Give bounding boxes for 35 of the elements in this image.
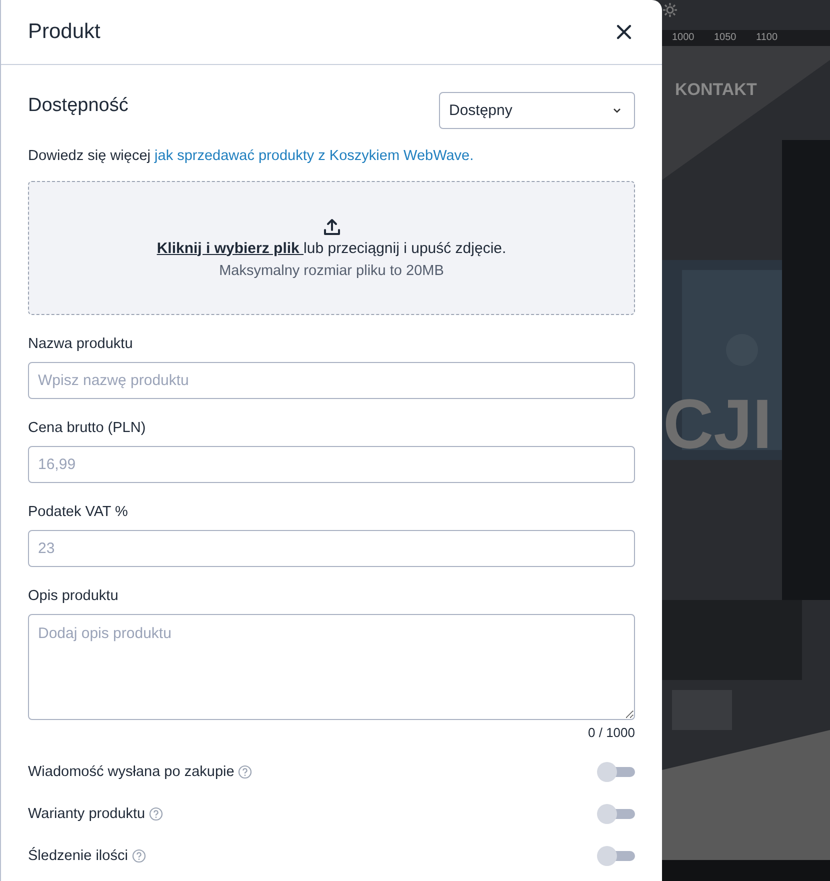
upload-instructions: Kliknij i wybierz plik lub przeciągnij i upuść zdjęcie. [156, 240, 506, 256]
field-label: Cena brutto (PLN) [28, 420, 147, 436]
toggle-switch[interactable] [597, 846, 635, 866]
field-label: Opis produktu [28, 588, 120, 604]
dialog-title: Produkt [28, 20, 100, 44]
toggle-label: Śledzenie ilości [28, 848, 128, 864]
ruler-label: 1000 [672, 31, 696, 45]
help-icon [132, 849, 146, 863]
field-label: Podatek VAT % [28, 504, 129, 520]
input-field[interactable]: Wpisz nazwę produktu [28, 362, 635, 399]
help-icon [149, 807, 164, 821]
availability-dropdown[interactable]: Dostępny [439, 92, 635, 129]
ruler-label: 1050 [714, 31, 738, 45]
toggle-switch[interactable] [597, 804, 635, 824]
section-label: Dostępność [28, 94, 128, 117]
chevron-down-icon [613, 108, 621, 113]
gear-icon [662, 2, 678, 18]
upload-hint: Maksymalny rozmiar pliku to 20MB [219, 262, 444, 278]
close-icon [616, 24, 632, 40]
upload-dropzone[interactable]: Kliknij i wybierz plik lub przeciągnij i upuść zdjęcie. Maksymalny rozmiar pliku to 20MB [28, 181, 635, 315]
ruler-label: 1100 [756, 31, 779, 45]
help-link[interactable]: jak sprzedawać produkty z Koszykiem WebWave. [154, 148, 474, 164]
help-icon [238, 765, 252, 779]
toggle-label: Wiadomość wysłana po zakupie [28, 764, 234, 780]
toggle-switch[interactable] [597, 762, 635, 782]
choose-file-link[interactable]: Kliknij i wybierz plik [156, 240, 304, 256]
upload-icon [322, 218, 340, 236]
text-area[interactable]: Dodaj opis produktu [28, 614, 635, 720]
input-field[interactable]: 16,99 [28, 446, 635, 483]
info-text: Dowiedz się więcej jak sprzedawać produkty z Koszykiem WebWave. [28, 148, 475, 164]
character-counter: 0 / 1000 [587, 725, 635, 740]
toggle-label: Warianty produktu [28, 806, 146, 822]
field-label: Nazwa produktu [28, 336, 134, 352]
hero-heading: CJI [663, 384, 772, 465]
input-field[interactable]: 23 [28, 530, 635, 567]
